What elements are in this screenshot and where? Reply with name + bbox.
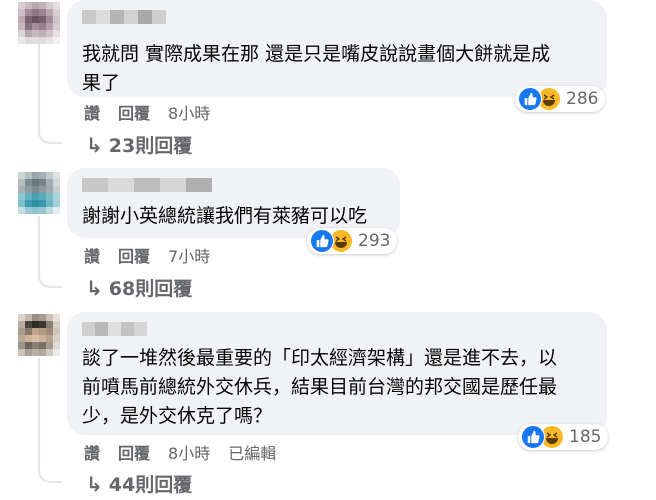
thread-connector xyxy=(38,272,62,288)
author-name[interactable] xyxy=(82,178,386,192)
author-name[interactable] xyxy=(82,322,593,336)
comment-actions: 讚 回覆 8小時 xyxy=(84,100,210,124)
view-replies-button[interactable]: ↳ 23則回覆 xyxy=(86,131,192,158)
thread-line xyxy=(38,44,40,134)
avatar[interactable] xyxy=(18,172,60,214)
thread-line xyxy=(38,358,40,473)
reaction-count: 286 xyxy=(566,89,599,109)
timestamp[interactable]: 8小時 xyxy=(168,100,210,124)
comment-bubble: 我就問 實際成果在那 還是只是嘴皮說說畫個大餅就是成 果了 xyxy=(67,0,607,97)
reply-arrow-icon: ↳ xyxy=(86,275,103,300)
replies-count-label: 44則回覆 xyxy=(108,474,193,496)
like-icon xyxy=(310,229,334,253)
comment-text: 我就問 實際成果在那 還是只是嘴皮說說畫個大餅就是成 果了 xyxy=(82,40,593,98)
reaction-count: 293 xyxy=(358,231,391,251)
reply-button[interactable]: 回覆 xyxy=(118,100,150,124)
thread-line xyxy=(38,216,40,276)
comment-line: 談了一堆然後最重要的「印太經濟架構」還是進不去，以 xyxy=(82,347,558,369)
comment-actions: 讚 回覆 8小時 已編輯 xyxy=(84,440,276,464)
reply-button[interactable]: 回覆 xyxy=(118,243,150,267)
timestamp[interactable]: 7小時 xyxy=(168,243,210,267)
comment-line: 前噴馬前總統外交休兵，結果目前台灣的邦交國是歷任最 xyxy=(82,376,558,398)
comment-actions: 讚 回覆 7小時 xyxy=(84,243,210,267)
reply-button[interactable]: 回覆 xyxy=(118,440,150,464)
comment-bubble: 談了一堆然後最重要的「印太經濟架構」還是進不去，以 前噴馬前總統外交休兵，結果目… xyxy=(67,312,607,435)
like-icon xyxy=(521,425,545,449)
avatar[interactable] xyxy=(18,2,60,44)
reply-arrow-icon: ↳ xyxy=(86,471,103,496)
view-replies-button[interactable]: ↳ 44則回覆 xyxy=(86,470,192,497)
thread-connector xyxy=(38,128,62,144)
replies-count-label: 68則回覆 xyxy=(108,278,193,300)
like-icon xyxy=(518,87,542,111)
comment-line: 我就問 實際成果在那 還是只是嘴皮說說畫個大餅就是成 xyxy=(82,43,551,65)
edited-label: 已編輯 xyxy=(228,444,277,463)
timestamp[interactable]: 8小時 xyxy=(168,440,210,464)
like-button[interactable]: 讚 xyxy=(84,440,100,464)
comment-line: 謝謝小英總統讓我們有萊豬可以吃 xyxy=(82,205,368,227)
comment-text: 謝謝小英總統讓我們有萊豬可以吃 xyxy=(82,202,386,231)
comment-line: 少，是外交休克了嗎？ xyxy=(82,405,273,427)
avatar[interactable] xyxy=(18,314,60,356)
like-button[interactable]: 讚 xyxy=(84,100,100,124)
comment-text: 談了一堆然後最重要的「印太經濟架構」還是進不去，以 前噴馬前總統外交休兵，結果目… xyxy=(82,344,593,431)
reply-arrow-icon: ↳ xyxy=(86,132,103,157)
view-replies-button[interactable]: ↳ 68則回覆 xyxy=(86,274,192,301)
reaction-summary[interactable]: 185 xyxy=(518,424,609,450)
reaction-summary[interactable]: 293 xyxy=(307,228,398,254)
reaction-count: 185 xyxy=(569,427,602,447)
replies-count-label: 23則回覆 xyxy=(108,135,193,157)
like-button[interactable]: 讚 xyxy=(84,243,100,267)
thread-connector xyxy=(38,467,62,483)
author-name[interactable] xyxy=(82,10,593,24)
reaction-summary[interactable]: 286 xyxy=(515,86,606,112)
